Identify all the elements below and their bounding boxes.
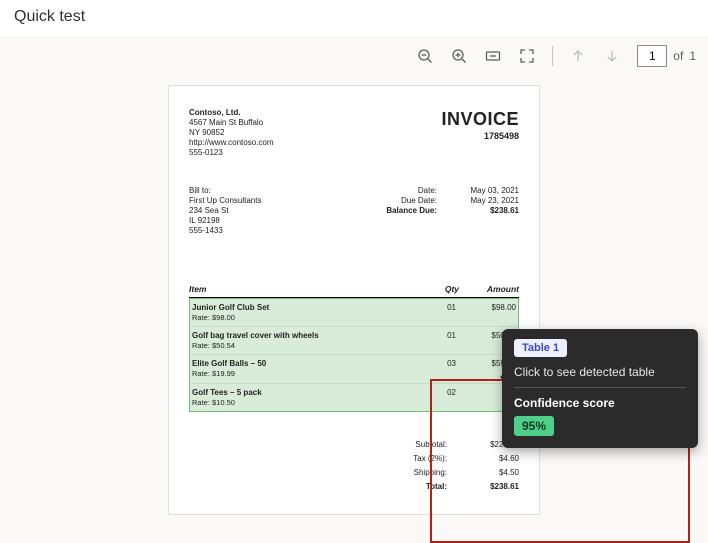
invoice-heading: INVOICE — [441, 108, 519, 131]
page-title: Quick test — [0, 0, 708, 36]
detection-tooltip[interactable]: Table 1 Click to see detected table Conf… — [502, 329, 698, 448]
total-label: Total: — [387, 482, 447, 492]
row-qty: 01 — [400, 303, 456, 322]
zoom-in-icon[interactable] — [450, 47, 468, 65]
sender-phone: 555-0123 — [189, 148, 273, 158]
subtotal-label: Subtotal: — [387, 440, 447, 450]
row-qty: 02 — [400, 388, 456, 407]
col-item: Item — [189, 284, 403, 295]
confidence-label: Confidence score — [514, 396, 686, 410]
table-row: Golf Tees – 5 packRate: $10.50 02 $21 — [190, 384, 518, 411]
row-name: Golf Tees – 5 pack — [192, 388, 400, 398]
toolbar-separator — [552, 46, 553, 66]
table-badge[interactable]: Table 1 — [514, 339, 567, 357]
col-amount: Amount — [459, 284, 519, 295]
meta-due-label: Due Date: — [373, 196, 437, 206]
sender-block: Contoso, Ltd. 4567 Main St Buffalo NY 90… — [189, 108, 273, 158]
page-indicator: of 1 — [637, 45, 696, 67]
billto-block: Bill to: First Up Consultants 234 Sea St… — [189, 186, 261, 236]
table-row: Junior Golf Club SetRate: $98.00 01 $98.… — [190, 299, 518, 327]
billto-label: Bill to: — [189, 186, 261, 196]
row-name: Golf bag travel cover with wheels — [192, 331, 400, 341]
table-row: Golf bag travel cover with wheelsRate: $… — [190, 327, 518, 355]
page-number-input[interactable] — [637, 45, 667, 67]
sender-street: 4567 Main St Buffalo — [189, 118, 273, 128]
fit-width-icon[interactable] — [484, 47, 502, 65]
prev-page-icon — [569, 47, 587, 65]
tax-value: $4.60 — [467, 454, 519, 464]
billto-phone: 555-1433 — [189, 226, 261, 236]
sender-company: Contoso, Ltd. — [189, 108, 273, 118]
billto-name: First Up Consultants — [189, 196, 261, 206]
shipping-label: Shipping: — [387, 468, 447, 478]
page-of-label: of — [673, 49, 683, 63]
viewer-toolbar: of 1 — [0, 36, 708, 80]
line-items-table: Item Qty Amount Junior Golf Club SetRate… — [189, 284, 519, 412]
zoom-out-icon[interactable] — [416, 47, 434, 65]
row-qty: 03 — [400, 359, 456, 378]
shipping-value: $4.50 — [467, 468, 519, 478]
document-canvas: Contoso, Ltd. 4567 Main St Buffalo NY 90… — [0, 86, 708, 514]
sender-citystate: NY 90852 — [189, 128, 273, 138]
sender-url: http://www.contoso.com — [189, 138, 273, 148]
detected-table-region[interactable]: Junior Golf Club SetRate: $98.00 01 $98.… — [189, 298, 519, 413]
page-total: 1 — [689, 49, 696, 63]
row-rate: Rate: $10.50 — [192, 398, 400, 407]
tooltip-hint: Click to see detected table — [514, 365, 686, 379]
meta-bal: $238.61 — [459, 206, 519, 216]
next-page-icon — [603, 47, 621, 65]
tooltip-divider — [514, 387, 686, 388]
tax-label: Tax (2%): — [387, 454, 447, 464]
row-name: Junior Golf Club Set — [192, 303, 400, 313]
invoice-meta: Date:May 03, 2021 Due Date:May 23, 2021 … — [373, 186, 519, 236]
meta-bal-label: Balance Due: — [373, 206, 437, 216]
billto-citystate: IL 92198 — [189, 216, 261, 226]
meta-due: May 23, 2021 — [459, 196, 519, 206]
meta-date: May 03, 2021 — [459, 186, 519, 196]
row-rate: Rate: $50.54 — [192, 341, 400, 350]
col-qty: Qty — [403, 284, 459, 295]
row-rate: Rate: $98.00 — [192, 313, 400, 322]
row-amount: $98.00 — [456, 303, 516, 322]
fullscreen-icon[interactable] — [518, 47, 536, 65]
row-rate: Rate: $19.99 — [192, 369, 400, 378]
confidence-value: 95% — [514, 416, 554, 436]
meta-date-label: Date: — [373, 186, 437, 196]
row-qty: 01 — [400, 331, 456, 350]
invoice-number: 1785498 — [441, 131, 519, 142]
table-row: Elite Golf Balls – 50Rate: $19.99 03 $59… — [190, 355, 518, 383]
invoice-document: Contoso, Ltd. 4567 Main St Buffalo NY 90… — [169, 86, 539, 514]
row-name: Elite Golf Balls – 50 — [192, 359, 400, 369]
billto-street: 234 Sea St — [189, 206, 261, 216]
total-value: $238.61 — [467, 482, 519, 492]
totals-block: Subtotal:$229.51 Tax (2%):$4.60 Shipping… — [189, 438, 519, 494]
